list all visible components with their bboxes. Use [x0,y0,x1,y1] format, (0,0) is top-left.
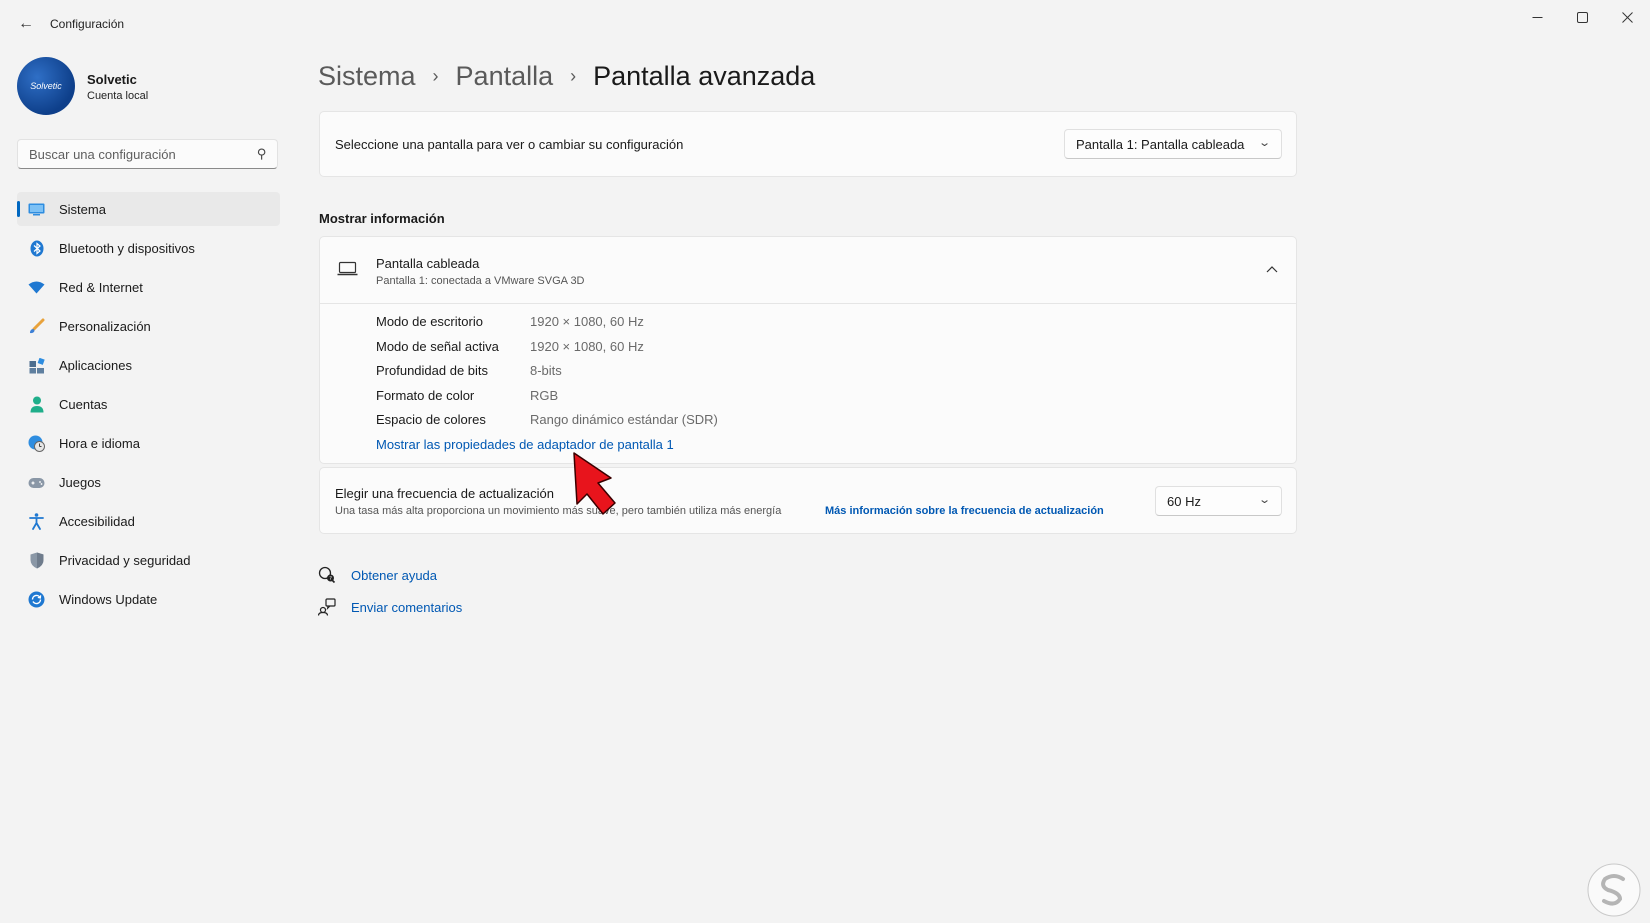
sidebar-item-personalizacion[interactable]: Personalización [17,309,280,343]
back-button[interactable]: ← [14,12,38,36]
page-title: Pantalla avanzada [593,60,816,91]
breadcrumb-pantalla[interactable]: Pantalla [456,61,554,92]
close-button[interactable] [1604,0,1650,34]
apps-icon [28,357,45,374]
info-value: 8-bits [530,363,562,378]
chevron-down-icon: ⌄ [1257,137,1271,149]
section-title: Mostrar información [319,211,445,226]
sidebar-item-hora-idioma[interactable]: Hora e idioma [17,426,280,460]
settings-window: ← Configuración Solvetic Solvetic Cuenta… [0,0,1650,923]
sidebar-item-label: Aplicaciones [59,357,132,373]
sidebar-item-label: Windows Update [59,591,158,607]
gamepad-icon [28,474,45,491]
sidebar-item-label: Personalización [59,318,151,334]
display-info-subtitle: Pantalla 1: conectada a VMware SVGA 3D [376,275,585,287]
minimize-button[interactable] [1514,0,1560,34]
get-help-link[interactable]: Obtener ayuda [351,568,437,583]
sidebar-item-privacidad[interactable]: Privacidad y seguridad [17,543,280,577]
display-select-card: Seleccione una pantalla para ver o cambi… [319,111,1297,177]
display-dropdown[interactable]: Pantalla 1: Pantalla cableada ⌄ [1064,129,1282,159]
breadcrumb-sistema[interactable]: Sistema [318,61,416,92]
profile-name: Solvetic [87,72,137,87]
close-icon [1621,11,1633,23]
sidebar-item-aplicaciones[interactable]: Aplicaciones [17,348,280,382]
chevron-down-icon: ⌄ [1257,494,1271,506]
info-label: Modo de escritorio [376,314,483,329]
sidebar-item-bluetooth[interactable]: Bluetooth y dispositivos [17,231,280,265]
feedback-icon [318,598,336,616]
feedback-row[interactable]: Enviar comentarios [318,598,462,616]
sidebar-nav: Sistema Bluetooth y dispositivos Red & I… [17,192,280,621]
account-icon [28,396,45,413]
avatar[interactable]: Solvetic [17,57,75,115]
breadcrumb: Sistema › Pantalla › Pantalla avanzada [318,56,815,96]
info-label: Formato de color [376,387,475,403]
annotation-arrow-icon [573,452,616,515]
sidebar-item-label: Juegos [59,474,101,490]
display-info-header[interactable]: Pantalla cableada Pantalla 1: conectada … [320,237,1296,304]
update-icon [28,591,45,608]
info-value: 1920 × 1080, 60 Hz [530,314,644,329]
accessibility-icon [28,513,45,530]
sidebar-item-windows-update[interactable]: Windows Update [17,582,280,616]
sidebar-item-sistema[interactable]: Sistema [17,192,280,226]
info-label: Profundidad de bits [376,363,489,378]
monitor-icon [337,261,358,282]
search-box: ⚲ [17,139,278,169]
collapse-button[interactable] [1262,259,1282,279]
refresh-rate-card: Elegir una frecuencia de actualización U… [319,467,1297,534]
sidebar-item-label: Sistema [59,201,106,217]
system-icon [28,201,45,218]
svg-text:?: ? [329,576,332,582]
avatar-text: Solvetic [30,81,62,91]
title-bar: ← Configuración [0,0,1650,48]
shield-icon [28,552,45,569]
info-value: Rango dinámico estándar (SDR) [530,412,718,427]
back-arrow-icon: ← [18,15,34,32]
feedback-link[interactable]: Enviar comentarios [351,600,462,615]
maximize-icon [1576,11,1588,23]
info-value: 1920 × 1080, 60 Hz [530,338,644,354]
adapter-properties-link[interactable]: Mostrar las propiedades de adaptador de … [376,437,674,452]
brush-icon [28,318,45,335]
sidebar-item-cuentas[interactable]: Cuentas [17,387,280,421]
refresh-rate-dropdown[interactable]: 60 Hz ⌄ [1155,486,1282,516]
wifi-icon [28,279,45,296]
solvetic-logo-icon [1587,863,1641,917]
sidebar-item-red[interactable]: Red & Internet [17,270,280,304]
chevron-up-icon [1266,265,1278,272]
display-info-card: Pantalla cableada Pantalla 1: conectada … [319,236,1297,464]
breadcrumb-separator: › [432,65,439,86]
search-icon[interactable]: ⚲ [257,146,267,162]
sidebar-item-accesibilidad[interactable]: Accesibilidad [17,504,280,538]
refresh-rate-info-link[interactable]: Más información sobre la frecuencia de a… [825,505,1104,517]
bluetooth-icon [28,240,45,257]
clock-globe-icon [28,435,45,452]
window-title: Configuración [50,17,125,31]
minimize-icon [1532,16,1542,18]
sidebar-item-label: Bluetooth y dispositivos [59,240,195,256]
display-dropdown-value: Pantalla 1: Pantalla cableada [1076,136,1245,152]
info-value: RGB [530,387,559,403]
get-help-row[interactable]: ? Obtener ayuda [318,566,437,584]
refresh-rate-description: Una tasa más alta proporciona un movimie… [335,505,782,517]
info-label: Espacio de colores [376,412,486,427]
display-info-title: Pantalla cableada [376,256,480,271]
sidebar-item-label: Accesibilidad [59,513,135,529]
sidebar-item-label: Privacidad y seguridad [59,552,191,568]
search-input[interactable] [27,146,251,163]
sidebar-item-label: Hora e idioma [59,435,140,451]
sidebar-item-label: Red & Internet [59,279,143,295]
info-label: Modo de señal activa [376,338,499,354]
refresh-rate-title: Elegir una frecuencia de actualización [335,486,554,501]
profile-account-type: Cuenta local [87,90,149,102]
refresh-rate-value: 60 Hz [1167,493,1201,509]
sidebar-item-juegos[interactable]: Juegos [17,465,280,499]
maximize-button[interactable] [1559,0,1605,34]
help-icon: ? [318,566,336,584]
sidebar-item-label: Cuentas [59,396,108,412]
breadcrumb-separator: › [570,65,577,86]
display-select-label: Seleccione una pantalla para ver o cambi… [335,137,684,152]
